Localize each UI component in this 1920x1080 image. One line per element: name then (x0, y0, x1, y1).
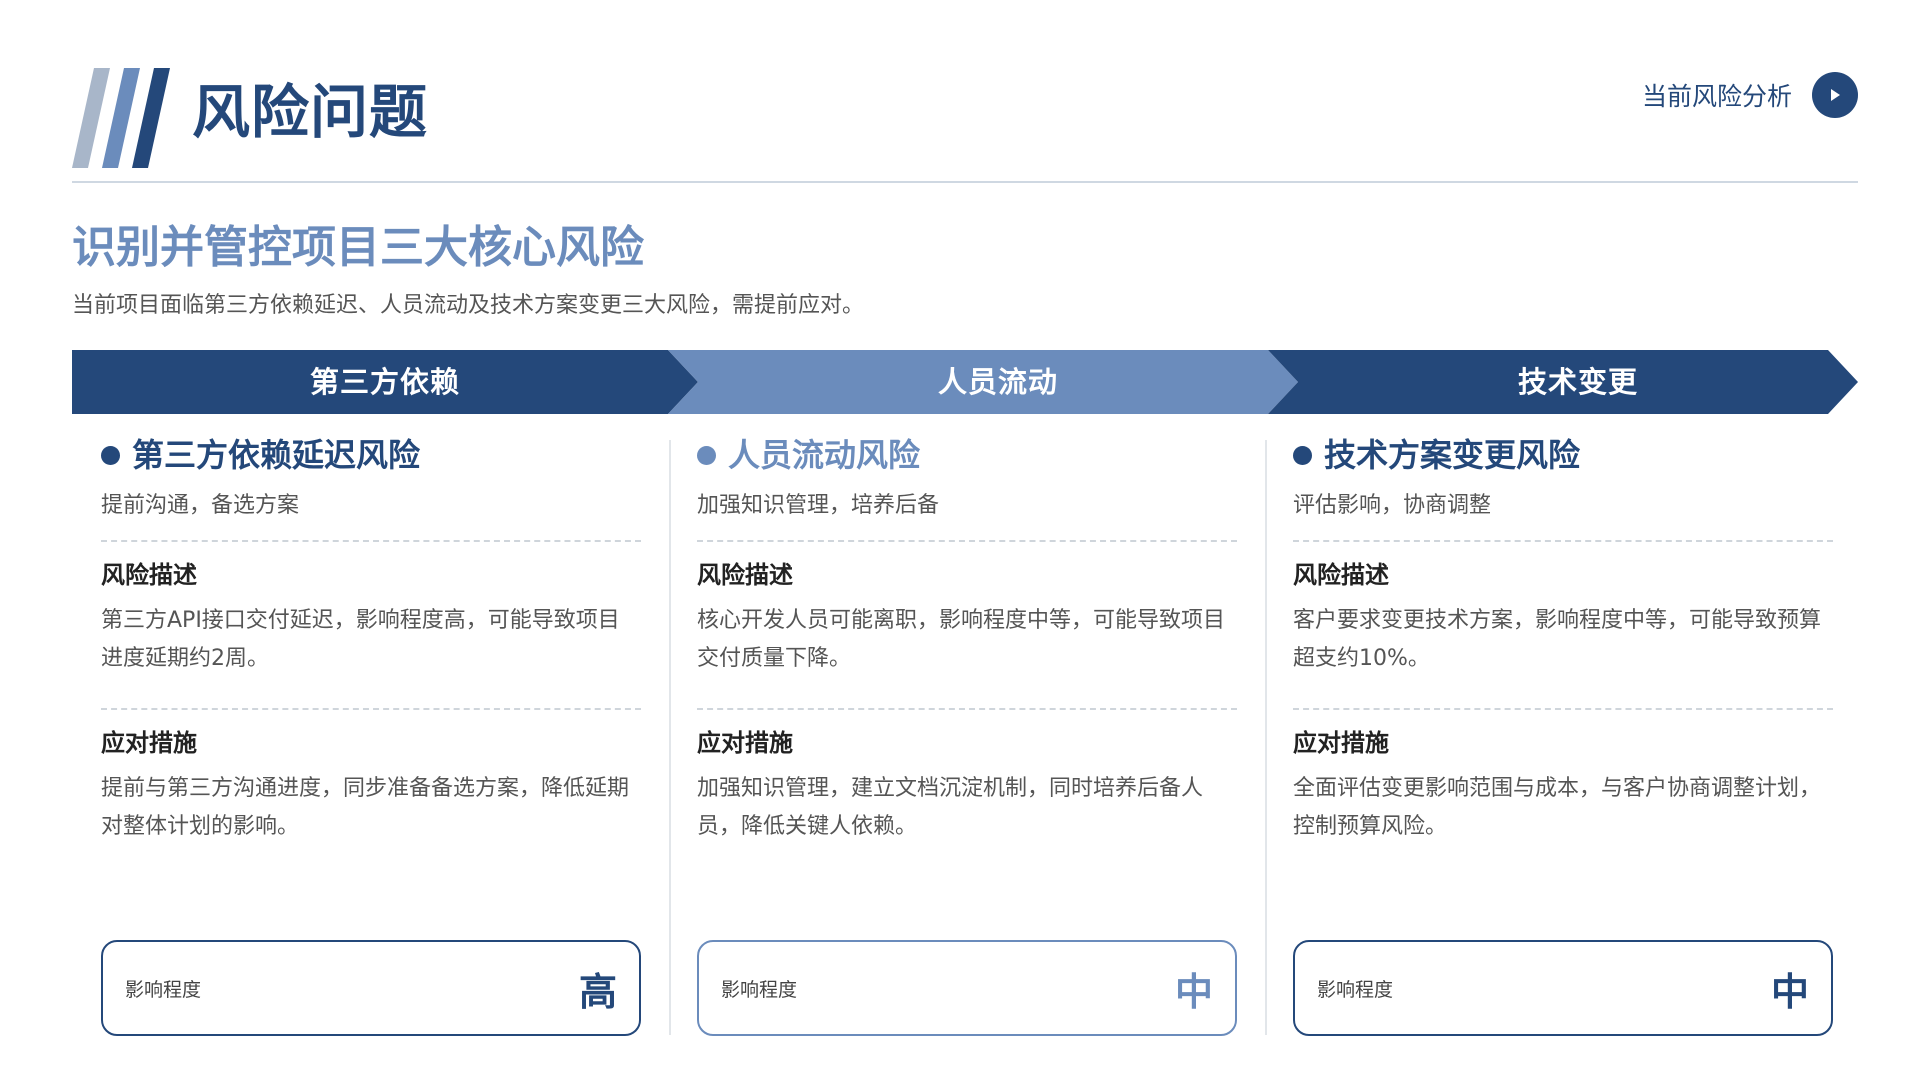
risk-description: 核心开发人员可能离职，影响程度中等，可能导致项目交付质量下降。 (697, 608, 1226, 671)
page-title: 风险问题 (192, 78, 429, 146)
impact-level-box: 影响程度 中 (697, 940, 1237, 1036)
risk-card-tech: 技术方案变更风险 评估影响，协商调整 风险描述 客户要求变更技术方案，影响程度中… (1293, 430, 1833, 1040)
risk-measure-label: 应对措施 (101, 729, 197, 757)
risk-card-header: 人员流动风险 (697, 430, 1237, 480)
risk-category-banner: 第三方依赖 人员流动 技术变更 (72, 350, 1858, 414)
risk-measure: 全面评估变更影响范围与成本，与客户协商调整计划，控制预算风险。 (1293, 776, 1822, 839)
section-nav-label: 当前风险分析 (1641, 82, 1792, 111)
section-nav-link[interactable]: 当前风险分析 (1642, 72, 1858, 118)
intro-text: 当前项目面临第三方依赖延迟、人员流动及技术方案变更三大风险，需提前应对。 (72, 293, 865, 318)
risk-card-third-party: 第三方依赖延迟风险 提前沟通，备选方案 风险描述 第三方API接口交付延迟，影响… (101, 430, 641, 1040)
risk-description: 第三方API接口交付延迟，影响程度高，可能导致项目进度延期约2周。 (101, 608, 620, 671)
risk-card-staff: 人员流动风险 加强知识管理，培养后备 风险描述 核心开发人员可能离职，影响程度中… (697, 430, 1237, 1040)
risk-title: 技术方案变更风险 (1324, 436, 1581, 474)
risk-title: 人员流动风险 (728, 436, 921, 474)
impact-level: 高 (578, 969, 617, 1014)
impact-level: 中 (1174, 969, 1213, 1014)
impact-label: 影响程度 (125, 978, 202, 1001)
dashed-divider (1293, 708, 1833, 710)
dashed-divider (1293, 540, 1833, 542)
banner-label-tech: 技术变更 (1517, 365, 1638, 399)
risk-measure: 提前与第三方沟通进度，同步准备备选方案，降低延期对整体计划的影响。 (101, 776, 630, 839)
risk-card-header: 技术方案变更风险 (1293, 430, 1833, 480)
risk-title: 第三方依赖延迟风险 (132, 436, 421, 474)
risk-tagline: 评估影响，协商调整 (1293, 493, 1492, 518)
risk-tagline: 加强知识管理，培养后备 (697, 493, 940, 518)
column-divider (669, 440, 671, 1035)
play-button[interactable] (1812, 72, 1858, 118)
impact-label: 影响程度 (1317, 978, 1394, 1001)
bullet-dot-icon (101, 445, 120, 465)
bullet-dot-icon (1293, 445, 1312, 465)
dashed-divider (697, 708, 1237, 710)
risk-tagline: 提前沟通，备选方案 (101, 493, 300, 518)
impact-level-box: 影响程度 高 (101, 940, 641, 1036)
bullet-dot-icon (697, 445, 716, 465)
risk-description: 客户要求变更技术方案，影响程度中等，可能导致预算超支约10%。 (1293, 608, 1822, 671)
risk-description-label: 风险描述 (1293, 561, 1389, 589)
risk-measure-label: 应对措施 (697, 729, 793, 757)
risk-measure-label: 应对措施 (1293, 729, 1389, 757)
play-icon (1831, 89, 1840, 101)
risk-description-label: 风险描述 (101, 561, 197, 589)
impact-label: 影响程度 (721, 978, 798, 1001)
header-divider (72, 181, 1858, 183)
risk-card-header: 第三方依赖延迟风险 (101, 430, 641, 480)
banner-label-third-party: 第三方依赖 (309, 365, 460, 399)
banner-label-staff: 人员流动 (937, 365, 1058, 399)
risk-description-label: 风险描述 (697, 561, 793, 589)
dashed-divider (101, 708, 641, 710)
logo-stripes-icon (72, 68, 170, 168)
column-divider (1265, 440, 1267, 1035)
impact-level-box: 影响程度 中 (1293, 940, 1833, 1036)
section-subtitle: 识别并管控项目三大核心风险 (72, 222, 644, 273)
risk-measure: 加强知识管理，建立文档沉淀机制，同时培养后备人员，降低关键人依赖。 (697, 776, 1204, 839)
dashed-divider (697, 540, 1237, 542)
dashed-divider (101, 540, 641, 542)
impact-level: 中 (1770, 969, 1809, 1014)
